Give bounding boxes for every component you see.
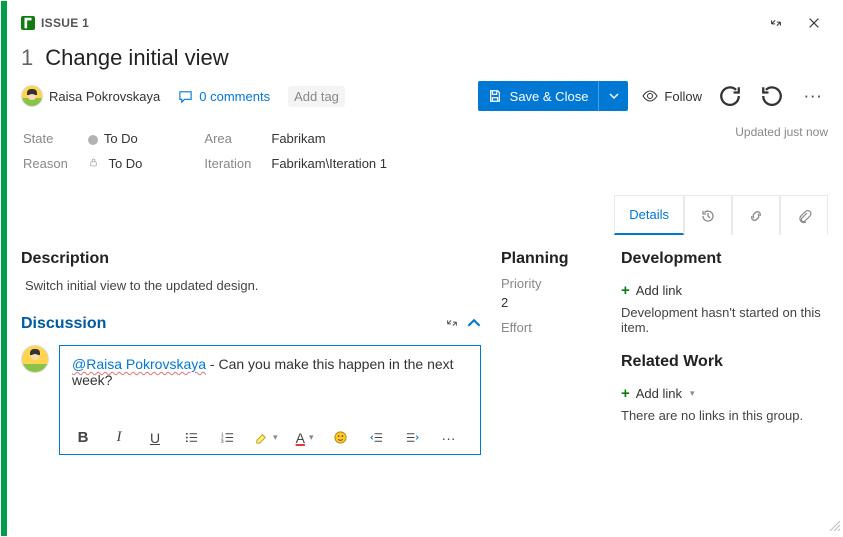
assigned-to-chip[interactable]: Raisa Pokrovskaya [21,85,160,107]
planning-heading: Planning [501,250,601,268]
development-note: Development hasn't started on this item. [621,305,828,335]
more-actions-icon[interactable]: ··· [800,82,828,110]
effort-label: Effort [501,320,601,335]
description-heading: Description [21,250,481,268]
state-label: State [23,127,86,150]
work-item-title: 1 Change initial view [21,45,828,71]
description-body[interactable]: Switch initial view to the updated desig… [25,278,481,293]
collapse-icon[interactable] [467,316,481,333]
follow-label: Follow [664,89,702,104]
state-value[interactable]: To Do [88,127,161,150]
bulleted-list-button[interactable] [182,430,200,445]
state-table: State To Do Reason To Do [21,125,162,177]
lock-icon [88,156,103,171]
updated-time: Updated just now [735,125,828,139]
numbered-list-button[interactable]: 123 [218,430,236,445]
related-add-link[interactable]: + Add link ▾ [621,385,695,402]
related-note: There are no links in this group. [621,408,828,423]
development-add-link[interactable]: + Add link [621,282,682,299]
plus-icon: + [621,282,630,299]
underline-button[interactable]: U [146,430,164,446]
outdent-button[interactable] [368,430,386,445]
priority-value[interactable]: 2 [501,295,601,310]
tab-details[interactable]: Details [614,195,684,235]
save-close-label: Save & Close [510,89,589,104]
tab-links[interactable] [732,195,780,235]
reason-value[interactable]: To Do [88,152,161,175]
priority-label: Priority [501,276,601,291]
save-close-caret[interactable] [598,81,628,111]
close-icon[interactable] [800,9,828,37]
tab-history[interactable] [684,195,732,235]
discussion-heading: Discussion [21,315,106,333]
development-heading: Development [621,250,828,268]
issue-type-badge: ISSUE 1 [21,16,89,30]
add-tag-button[interactable]: Add tag [288,86,345,107]
resize-handle[interactable] [828,518,840,534]
issue-icon [21,16,35,30]
bold-button[interactable]: B [74,429,92,446]
follow-button[interactable]: Follow [642,88,702,104]
area-table: Area Fabrikam Iteration Fabrikam\Iterati… [202,125,407,177]
italic-button[interactable]: I [110,429,128,446]
toolbar-more-button[interactable]: ··· [440,430,458,446]
editor-toolbar: B I U 123 ▾ A▾ ··· [60,421,480,454]
area-value[interactable]: Fabrikam [271,127,405,150]
chevron-down-icon: ▾ [690,388,695,399]
refresh-icon[interactable] [716,82,744,110]
issue-type-text: ISSUE 1 [41,16,89,30]
comments-link[interactable]: 0 comments [178,89,270,104]
comment-text[interactable]: @Raisa Pokrovskaya - Can you make this h… [60,346,480,421]
related-heading: Related Work [621,353,828,371]
revert-icon[interactable] [758,82,786,110]
color-rail [1,1,7,536]
plus-icon: + [621,385,630,402]
work-item-title-text[interactable]: Change initial view [45,45,228,71]
highlight-button[interactable]: ▾ [254,430,278,445]
area-label: Area [204,127,269,150]
font-color-button[interactable]: A▾ [296,430,314,446]
emoji-button[interactable] [332,430,350,445]
comment-editor[interactable]: @Raisa Pokrovskaya - Can you make this h… [59,345,481,455]
comments-count: 0 comments [199,89,270,104]
avatar [21,85,43,107]
iteration-value[interactable]: Fabrikam\Iteration 1 [271,152,405,175]
comment-avatar [21,345,49,373]
svg-text:3: 3 [220,439,223,444]
work-item-number: 1 [21,45,33,71]
state-dot-icon [88,135,98,145]
indent-button[interactable] [404,430,422,445]
mention-chip[interactable]: @Raisa Pokrovskaya [72,356,206,372]
iteration-label: Iteration [204,152,269,175]
reason-label: Reason [23,152,86,175]
fullscreen-icon[interactable] [762,9,790,37]
expand-icon[interactable] [445,316,459,333]
tab-attachments[interactable] [780,195,828,235]
save-close-button[interactable]: Save & Close [478,81,629,111]
assigned-to-name: Raisa Pokrovskaya [49,89,160,104]
